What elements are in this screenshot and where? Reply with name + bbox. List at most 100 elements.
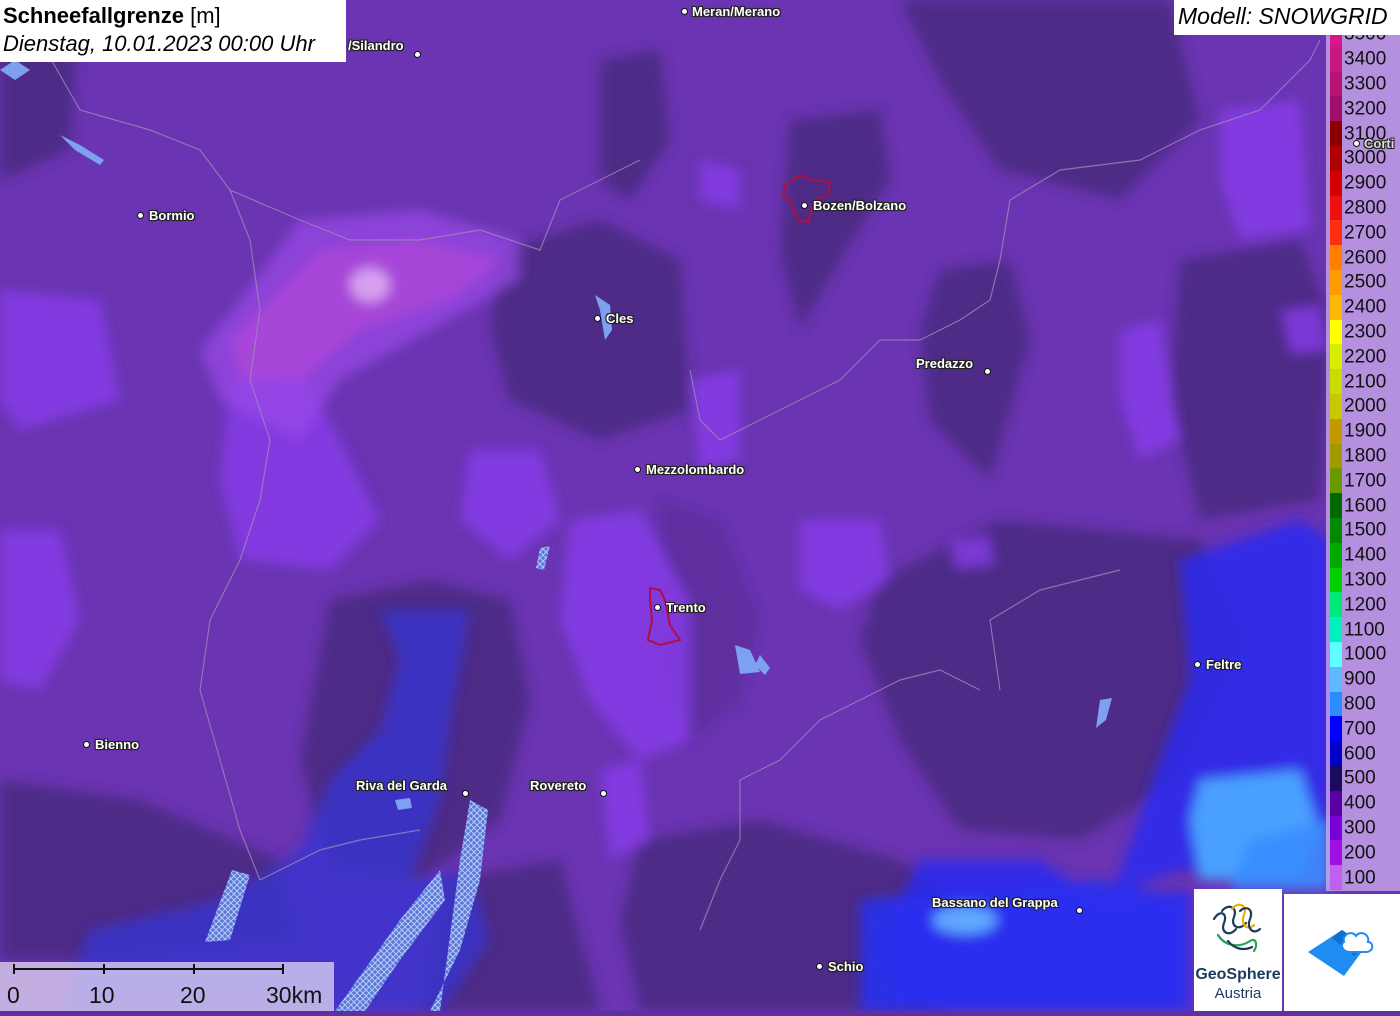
city-dot [801,202,808,209]
scale-label-0: 0 [7,982,20,1008]
legend-swatch [1330,443,1342,469]
legend-item: 200 [1328,840,1400,866]
legend-swatch [1330,294,1342,320]
legend-item: 600 [1328,741,1400,766]
legend-item: 1300 [1328,567,1400,593]
city-label-trento[interactable]: Trento [666,600,706,615]
legend-item: 2800 [1328,195,1400,221]
city-dot [600,790,607,797]
city-label-schio[interactable]: Schio [828,959,863,974]
city-label-bassano[interactable]: Bassano del Grappa [932,895,1058,910]
legend-label: 2100 [1344,371,1387,393]
legend-item: 300 [1328,815,1400,841]
legend-item: 1200 [1328,592,1400,618]
snowfall-line-map[interactable] [0,0,1400,1011]
city-label-feltre[interactable]: Feltre [1206,657,1241,672]
city-dot [654,604,661,611]
legend-label: 2600 [1344,247,1387,269]
city-dot [462,790,469,797]
city-label-cles[interactable]: Cles [606,311,633,326]
legend-item: 3200 [1328,96,1400,122]
scale-label-30km: 30km [266,982,323,1008]
legend-swatch [1330,71,1342,97]
city-label-bienno[interactable]: Bienno [95,737,139,752]
legend-swatch [1330,642,1342,667]
legend-label: 1300 [1344,569,1387,591]
city-dot [594,315,601,322]
city-label-corti[interactable]: Corti [1364,136,1394,151]
city-dot [137,212,144,219]
legend-label: 1200 [1344,594,1387,616]
legend-item: 2000 [1328,394,1400,419]
legend-label: 100 [1344,867,1376,889]
legend-item: 2900 [1328,170,1400,196]
scale-label-20: 20 [180,982,206,1008]
geosphere-emblem-icon [1212,903,1262,953]
legend-label: 1500 [1344,519,1387,541]
legend-label: 600 [1344,743,1376,765]
legend-swatch [1330,840,1342,866]
city-dot [984,368,991,375]
legend-label: 700 [1344,718,1376,740]
legend-swatch [1330,592,1342,618]
legend-item: 700 [1328,716,1400,742]
city-dot [634,466,641,473]
app-logo[interactable] [1284,894,1400,1011]
legend-item: 2500 [1328,270,1400,295]
city-label-rovereto[interactable]: Rovereto [530,778,586,793]
city-label-predazzo[interactable]: Predazzo [916,356,973,371]
legend-label: 3000 [1344,147,1387,169]
legend-swatch [1330,46,1342,72]
map-datetime: Dienstag, 10.01.2023 00:00 Uhr [3,31,315,56]
city-label-silandro[interactable]: /Silandro [348,38,404,53]
legend-swatch [1330,394,1342,419]
mountain-cloud-logo-icon [1308,930,1374,976]
geosphere-logo[interactable]: GeoSphere Austria [1194,889,1282,1011]
legend-label: 2000 [1344,395,1387,417]
legend-label: 2700 [1344,222,1387,244]
legend-label: 200 [1344,842,1376,864]
city-label-meran[interactable]: Meran/Merano [692,4,780,19]
city-label-mezzolombardo[interactable]: Mezzolombardo [646,462,744,477]
legend-swatch [1330,195,1342,221]
legend-item: 1900 [1328,418,1400,444]
city-dot [816,963,823,970]
legend-swatch [1330,542,1342,568]
legend-swatch [1330,344,1342,370]
legend-label: 2300 [1344,321,1387,343]
geosphere-country: Austria [1214,985,1262,1002]
legend-swatch [1330,170,1342,196]
legend-label: 2400 [1344,296,1387,318]
legend-label: 3400 [1344,48,1387,70]
legend-swatch [1330,418,1342,444]
map-title: Schneefallgrenze [m] [3,2,346,30]
city-dot [414,51,421,58]
legend-item: 500 [1328,766,1400,791]
legend-item: 2100 [1328,369,1400,394]
title-unit: [m] [190,3,221,28]
legend-item: 3500 [1328,35,1400,47]
city-dot [1076,907,1083,914]
legend-swatch [1330,319,1342,345]
legend-label: 2800 [1344,197,1387,219]
legend-item: 1600 [1328,493,1400,518]
legend-label: 900 [1344,668,1376,690]
legend-item: 800 [1328,691,1400,717]
legend-swatch [1330,766,1342,791]
city-label-riva[interactable]: Riva del Garda [356,778,447,793]
legend-label: 2500 [1344,271,1387,293]
legend-label: 400 [1344,792,1376,814]
legend-item: 2600 [1328,245,1400,270]
title-box: Schneefallgrenze [m] Dienstag, 10.01.202… [0,0,346,62]
legend-item: 1700 [1328,468,1400,494]
scale-bar: 0 10 20 30km [0,962,334,1011]
legend-item: 400 [1328,790,1400,816]
legend-swatch [1330,270,1342,295]
city-label-bormio[interactable]: Bormio [149,208,195,223]
legend-item: 2300 [1328,319,1400,345]
legend-swatch [1330,865,1342,890]
legend-item: 2200 [1328,344,1400,370]
legend-swatch [1330,567,1342,593]
city-label-bozen[interactable]: Bozen/Bolzano [813,198,906,213]
legend-swatch [1330,468,1342,494]
